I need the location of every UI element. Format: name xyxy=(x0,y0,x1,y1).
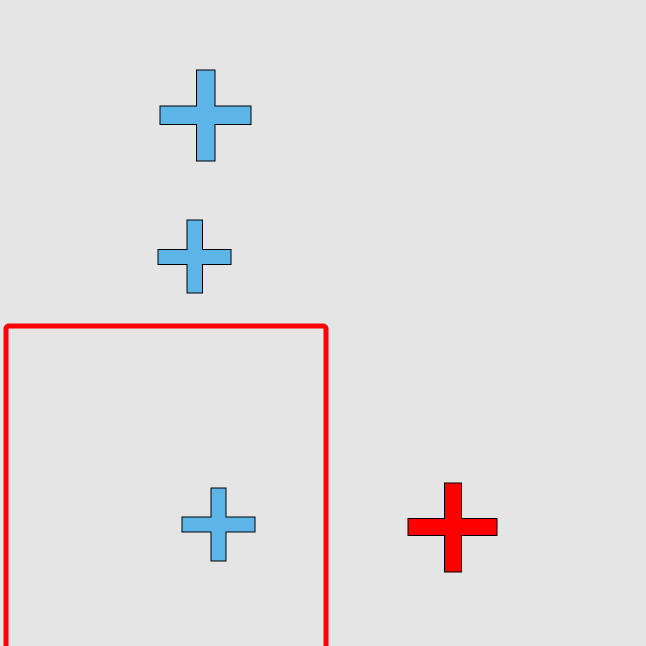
scene-canvas xyxy=(0,0,646,646)
scene-svg xyxy=(0,0,646,646)
background xyxy=(0,0,646,646)
